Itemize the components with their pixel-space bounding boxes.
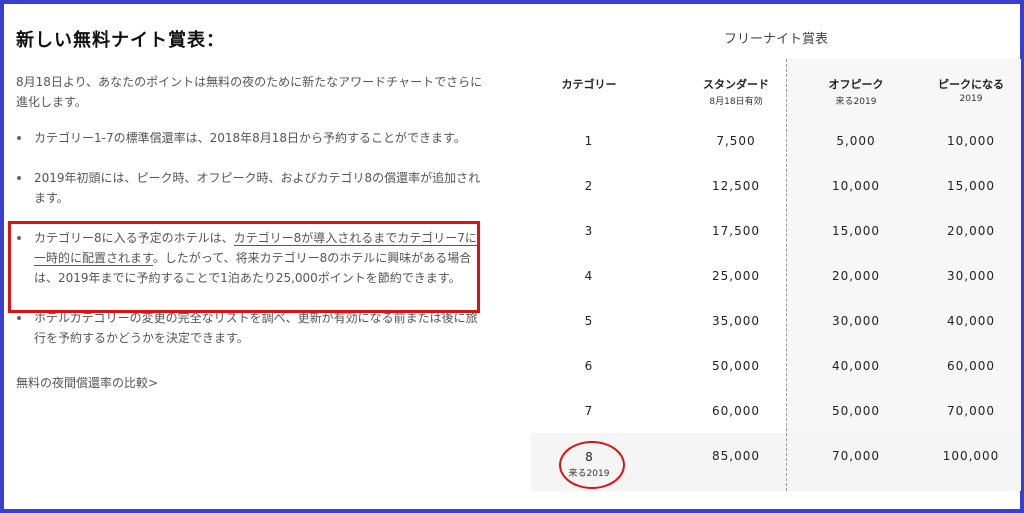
table-row: 4 25,000 20,000 30,000 (584, 269, 995, 283)
compare-rates-link[interactable]: 無料の夜間償還率の比較> (16, 374, 158, 391)
intro-text: 8月18日より、あなたのポイントは無料の夜のために新たなアワードチャートでさらに… (16, 75, 483, 109)
bullet-item: ホテルカテゴリーの変更の完全なリストを調べ、更新が有効になる前または後に旅行を予… (16, 308, 486, 348)
header-peak: ピークになる 2019 (938, 78, 1004, 104)
bullet-item: カテゴリー1-7の標準償還率は、2018年8月18日から予約することができます。 (16, 128, 486, 148)
table-title: フリーナイト賞表 (723, 32, 828, 47)
screenshot-frame: 新しい無料ナイト賞表： 8月18日より、あなたのポイントは無料の夜のために新たな… (0, 0, 1024, 513)
table-row-category8: 85,000 70,000 100,000 (712, 449, 1000, 463)
bullet-dot-icon (17, 236, 21, 240)
bullet-dot-icon (17, 176, 21, 180)
bullet-dot-icon (17, 136, 21, 140)
header-offpeak: オフピーク 来る2019 (828, 78, 884, 107)
award-chart-table: フリーナイト賞表 カテゴリー スタンダード 8月18日有効 オフピーク 来る2019… (531, 18, 1021, 491)
bullet-item: 2019年初頭には、ピーク時、オフピーク時、およびカテゴリ8の償還率が追加されま… (16, 168, 486, 208)
table-row: 6 50,000 40,000 60,000 (584, 359, 995, 373)
table-row: 7 60,000 50,000 70,000 (584, 404, 995, 418)
page-title: 新しい無料ナイト賞表： (16, 30, 225, 51)
table-row: 1 7,500 5,000 10,000 (584, 134, 995, 148)
header-standard: スタンダード 8月18日有効 (703, 78, 769, 107)
table-row: 2 12,500 10,000 15,000 (584, 179, 995, 193)
header-category: カテゴリー (561, 78, 617, 91)
table-row: 3 17,500 15,000 20,000 (584, 224, 995, 238)
info-bullets: カテゴリー1-7の標準償還率は、2018年8月18日から予約することができます。… (8, 128, 486, 348)
bullet-dot-icon (17, 316, 21, 320)
award-info-panel: 新しい無料ナイト賞表： 8月18日より、あなたのポイントは無料の夜のために新たな… (8, 18, 486, 391)
bullet-item-highlighted: カテゴリー8に入る予定のホテルは、カテゴリー8が導入されるまでカテゴリー7に一時… (8, 221, 486, 313)
table-row: 5 35,000 30,000 40,000 (584, 314, 995, 328)
